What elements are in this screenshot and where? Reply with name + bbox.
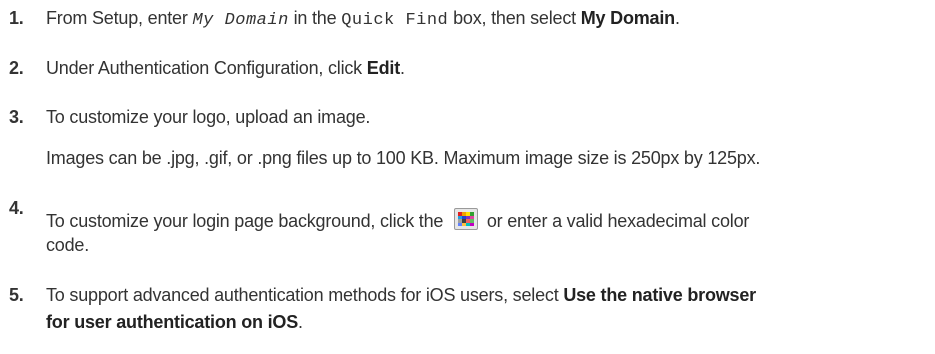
step-number: 3.	[9, 107, 24, 127]
step-text: Under Authentication Configuration, clic…	[46, 58, 405, 79]
instruction-steps: 1. From Setup, enter My Domain in the Qu…	[0, 0, 935, 354]
step-text-continued: code.	[46, 235, 90, 255]
step-text-part: Under Authentication Configuration, clic…	[46, 58, 367, 78]
step-text-part: or enter a valid hexadecimal color	[482, 211, 750, 231]
step-text-part: .	[298, 312, 303, 332]
step-text-part: From Setup, enter	[46, 8, 193, 28]
step-number: 2.	[9, 58, 24, 78]
ui-term: My Domain	[192, 11, 289, 30]
ui-option-name: Use the native browser	[563, 285, 756, 305]
step-number: 5.	[9, 285, 24, 305]
step-text-part: To customize your login page background,…	[46, 211, 449, 231]
step-text-part: box, then select	[448, 8, 581, 28]
step-note: Images can be .jpg, .gif, or .png files …	[46, 148, 761, 168]
step-text: To customize your logo, upload an image.	[46, 107, 371, 127]
step-text-part: in the	[288, 8, 342, 28]
step-text-part: To support advanced authentication metho…	[46, 285, 564, 305]
step-text-part: .	[400, 58, 405, 78]
color-swatch-grid	[458, 212, 475, 226]
step-text: From Setup, enter My Domain in the Quick…	[46, 8, 680, 30]
ui-option-name: Edit	[366, 58, 400, 78]
color-swatch	[470, 222, 475, 226]
step-text: To support advanced authentication metho…	[46, 285, 756, 306]
ui-option-name: for user authentication on iOS	[46, 312, 299, 332]
ui-term: Quick Find	[341, 11, 449, 30]
step-number: 1.	[9, 8, 24, 28]
step-text: To customize your login page background,…	[46, 208, 749, 232]
ui-option-name: My Domain	[580, 8, 675, 28]
color-picker-icon	[454, 208, 479, 230]
step-number: 4.	[9, 198, 24, 218]
step-text-continued: for user authentication on iOS.	[46, 312, 303, 333]
step-text-part: .	[674, 8, 680, 28]
